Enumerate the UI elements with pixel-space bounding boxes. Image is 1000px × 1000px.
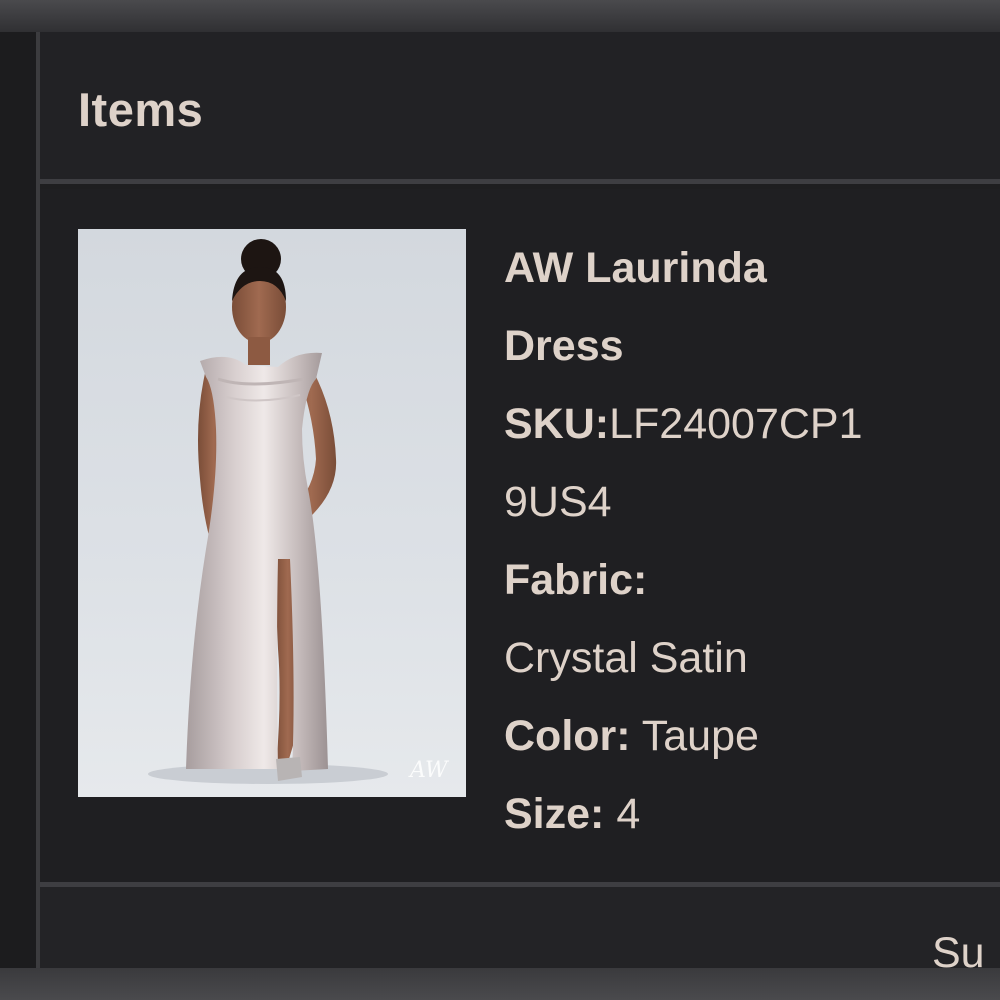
size-label: Size: xyxy=(504,790,605,838)
sku-value-part1: LF24007CP1 xyxy=(609,400,863,448)
fabric-value: Crystal Satin xyxy=(504,634,748,682)
product-image[interactable]: AW xyxy=(78,229,466,797)
items-panel: Items AW AW Laurinda Dress SKU:LF24007CP… xyxy=(36,32,1000,977)
item-name-line1: AW Laurinda xyxy=(504,244,767,292)
sku-value-part2: 9US4 xyxy=(504,478,612,526)
order-items-screen: Items AW AW Laurinda Dress SKU:LF24007CP… xyxy=(0,0,1000,1000)
order-item[interactable]: AW AW Laurinda Dress SKU:LF24007CP1 9US4… xyxy=(40,189,1000,887)
fabric-label: Fabric: xyxy=(504,556,648,604)
item-name-line2: Dress xyxy=(504,322,624,370)
summary-row: Su xyxy=(40,887,1000,977)
item-details: AW Laurinda Dress SKU:LF24007CP1 9US4 Fa… xyxy=(504,229,974,853)
color-label: Color: xyxy=(504,712,631,760)
sku-label: SKU: xyxy=(504,400,610,448)
color-value: Taupe xyxy=(641,712,759,760)
image-watermark: AW xyxy=(408,758,450,783)
bottom-bezel xyxy=(0,968,1000,1000)
color-line: Color: Taupe xyxy=(504,697,974,775)
top-bezel xyxy=(0,0,1000,32)
sku-line: SKU:LF24007CP1 xyxy=(504,385,974,463)
size-line: Size: 4 xyxy=(504,775,974,853)
left-rail xyxy=(0,32,36,968)
items-header: Items xyxy=(40,32,1000,184)
items-title: Items xyxy=(78,83,204,136)
size-value: 4 xyxy=(616,790,641,838)
dress-model-illustration: AW xyxy=(148,239,450,784)
